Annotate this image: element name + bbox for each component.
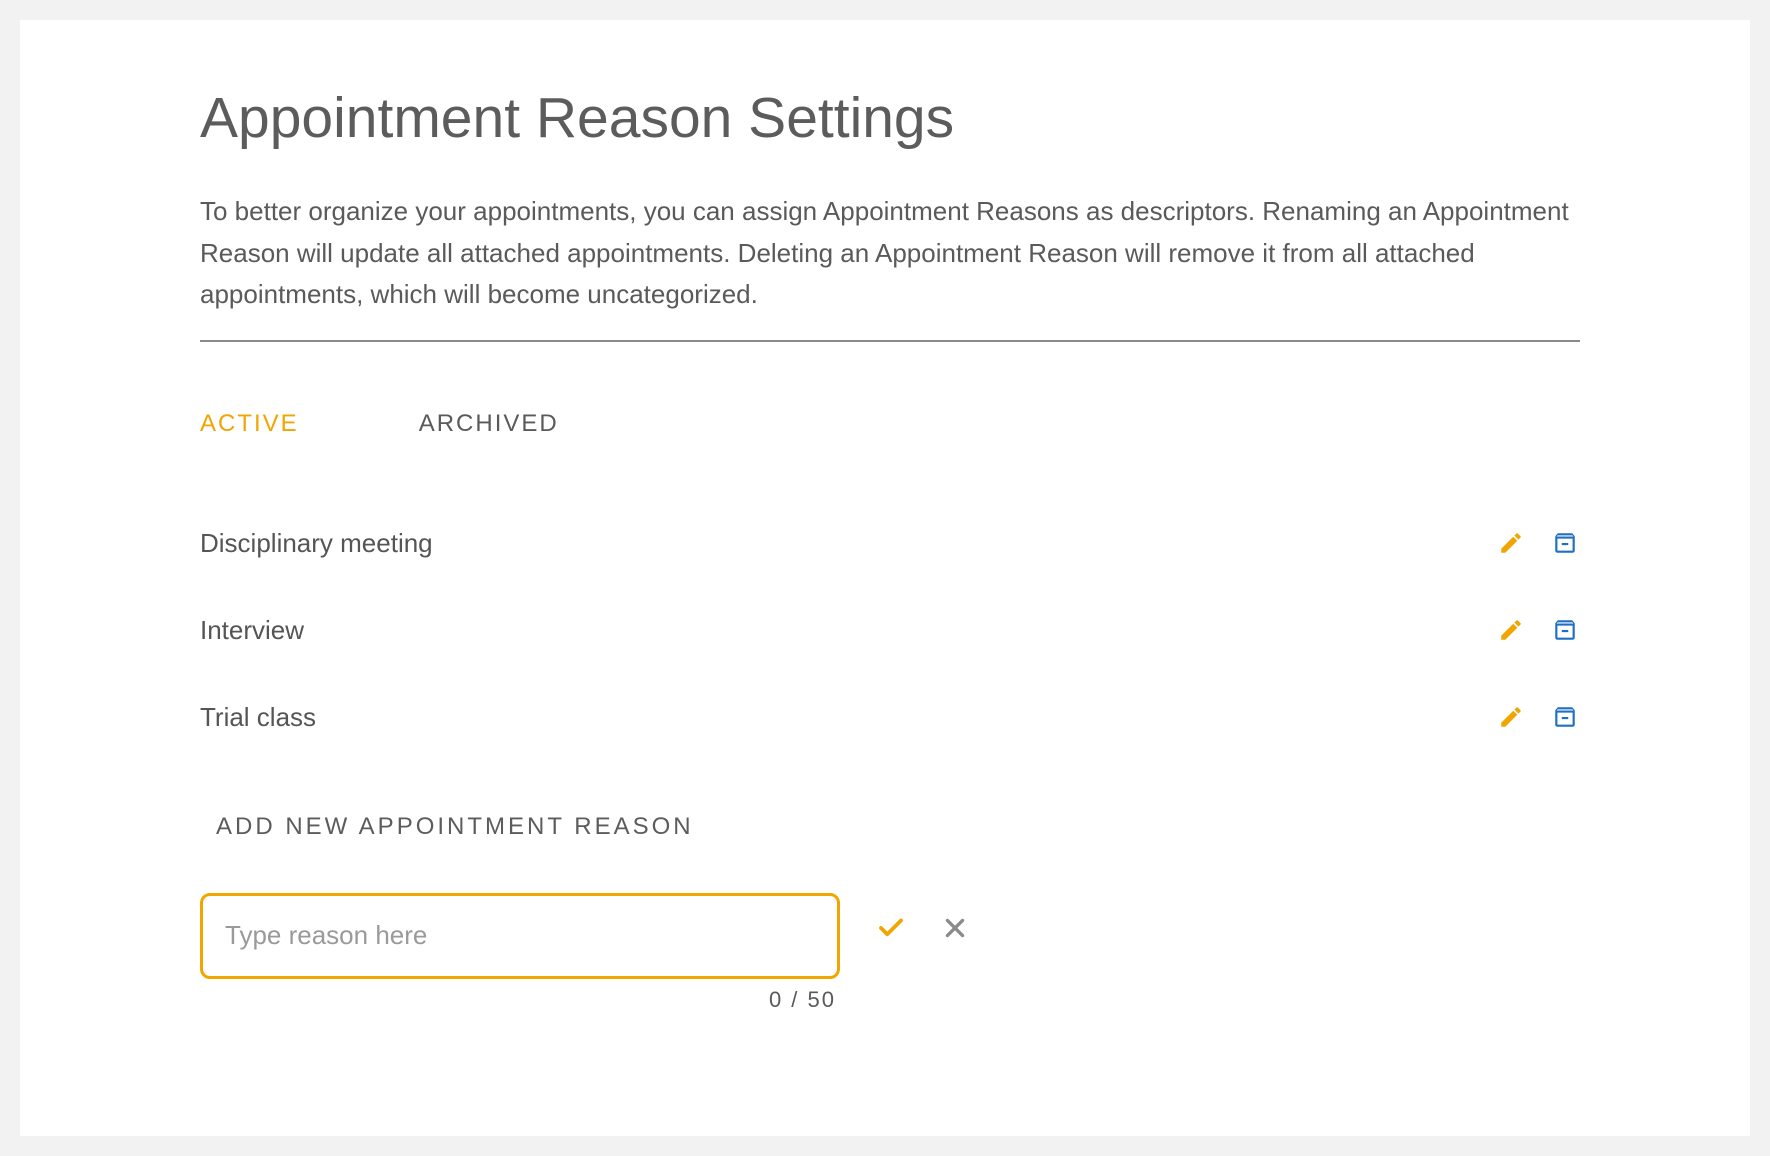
reason-input[interactable] (200, 893, 840, 979)
reason-label: Disciplinary meeting (200, 528, 433, 559)
archive-button[interactable] (1550, 528, 1580, 558)
archive-icon (1552, 704, 1578, 730)
pencil-icon (1498, 530, 1524, 556)
tab-archived[interactable]: ARCHIVED (419, 410, 559, 438)
pencil-icon (1498, 704, 1524, 730)
page-title: Appointment Reason Settings (200, 85, 1580, 151)
reason-label: Trial class (200, 702, 316, 733)
add-row: 0 / 50 (200, 893, 1580, 979)
reason-list: Disciplinary meeting Interview (200, 500, 1580, 761)
row-actions (1496, 702, 1580, 732)
cancel-button[interactable] (942, 915, 968, 941)
close-icon (942, 915, 968, 941)
input-wrap: 0 / 50 (200, 893, 840, 979)
reason-row: Interview (200, 587, 1580, 674)
archive-button[interactable] (1550, 615, 1580, 645)
confirm-button[interactable] (876, 913, 906, 943)
reason-row: Trial class (200, 674, 1580, 761)
settings-card: Appointment Reason Settings To better or… (20, 20, 1750, 1136)
archive-icon (1552, 530, 1578, 556)
archive-icon (1552, 617, 1578, 643)
divider (200, 340, 1580, 342)
edit-button[interactable] (1496, 702, 1526, 732)
check-icon (876, 913, 906, 943)
edit-button[interactable] (1496, 615, 1526, 645)
tab-active[interactable]: ACTIVE (200, 410, 299, 438)
archive-button[interactable] (1550, 702, 1580, 732)
char-counter: 0 / 50 (769, 987, 836, 1013)
add-section-label: ADD NEW APPOINTMENT REASON (200, 813, 1580, 841)
edit-button[interactable] (1496, 528, 1526, 558)
row-actions (1496, 528, 1580, 558)
page-description: To better organize your appointments, yo… (200, 191, 1580, 316)
reason-label: Interview (200, 615, 304, 646)
tabs: ACTIVE ARCHIVED (200, 410, 1580, 438)
pencil-icon (1498, 617, 1524, 643)
reason-row: Disciplinary meeting (200, 500, 1580, 587)
row-actions (1496, 615, 1580, 645)
